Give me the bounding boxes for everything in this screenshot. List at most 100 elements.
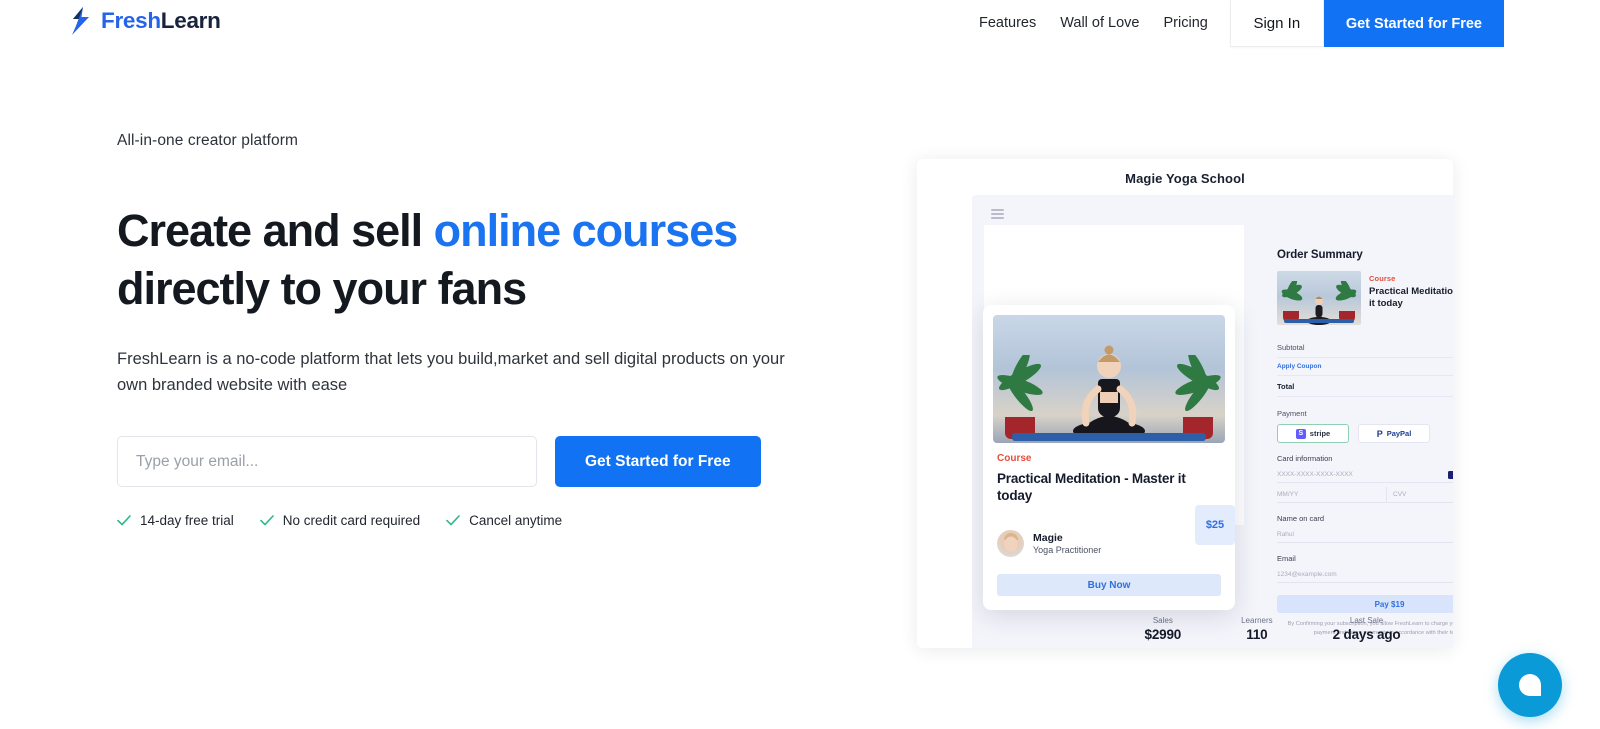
apply-coupon-link[interactable]: Apply Coupon [1277,363,1321,370]
expiry-placeholder: MM/YY [1277,491,1299,498]
course-author: Magie Yoga Practitioner [997,530,1221,557]
nav-item-pricing[interactable]: Pricing [1152,0,1220,47]
checkout-email-input[interactable]: 1234@example.com [1277,567,1453,583]
order-row-subtotal: Subtotal $ 25 [1277,337,1453,358]
feature-item-cancel: Cancel anytime [446,513,562,528]
course-thumbnail [1277,271,1361,325]
author-role: Yoga Practitioner [1033,545,1102,555]
check-icon [117,515,131,526]
avatar [997,530,1024,557]
course-price-badge: $25 [1195,505,1235,545]
stripe-payment-button[interactable]: S stripe [1277,424,1349,443]
stripe-label: stripe [1309,429,1331,438]
subtotal-label: Subtotal [1277,342,1305,352]
order-line-item: Course Practical Meditation - Master it … [1277,271,1453,325]
name-on-card-value: Rahul [1277,531,1294,538]
order-row-coupon[interactable]: Apply Coupon FLAT25 [1277,358,1453,376]
signup-form: Get Started for Free [117,436,817,487]
stripe-icon: S [1295,428,1306,439]
headline-part1: Create and sell [117,205,434,256]
author-info: Magie Yoga Practitioner [1033,532,1101,555]
paypal-payment-button[interactable]: P PayPal [1358,424,1430,443]
plant-icon [997,355,1043,412]
cvv-placeholder: CVV [1393,491,1407,498]
brand-logo[interactable]: FreshLearn [70,7,221,35]
card-expiry-cvv-row: MM/YY CVV [1277,483,1453,503]
total-label: Total [1277,381,1295,391]
site-header: FreshLearn Features Wall of Love Pricing… [0,0,1600,47]
order-row-total: Total $ 19 [1277,376,1453,397]
landing-page: FreshLearn Features Wall of Love Pricing… [0,0,1600,729]
feature-item-no-card: No credit card required [259,513,421,528]
pay-button[interactable]: Pay $19 [1277,595,1453,613]
card-number-input[interactable]: XXXX-XXXX-XXXX-XXXX [1277,467,1453,483]
stat-sales: Sales $2990 [1145,616,1182,642]
payment-label: Payment [1277,409,1307,418]
header-get-started-button[interactable]: Get Started for Free [1323,0,1504,47]
stat-value: $2990 [1144,627,1182,642]
stat-label: Last Sale [1349,616,1384,625]
headline-accent: online courses [433,205,739,256]
order-summary-panel: Order Summary Course Practical Meditatio… [1277,249,1453,637]
yoga-person-illustration [1073,345,1145,441]
visa-icon [1448,470,1453,479]
main-nav: Features Wall of Love Pricing Sign In Ge… [967,0,1504,47]
chat-widget-button[interactable] [1498,653,1562,717]
chat-bubble-icon [1519,674,1541,696]
feature-label: No credit card required [282,513,421,528]
sign-in-button[interactable]: Sign In [1229,0,1324,47]
hamburger-menu-icon[interactable] [991,209,1004,222]
stat-learners: Learners 110 [1241,616,1273,642]
email-input[interactable] [117,436,537,487]
check-icon [259,515,274,526]
stat-value: 2 days ago [1332,627,1401,642]
card-brand-icons [1448,470,1453,479]
hero-subtitle: FreshLearn is a no-code platform that le… [117,350,785,394]
name-on-card-label: Name on card [1277,514,1325,523]
stat-label: Learners [1241,616,1273,625]
feature-item-trial: 14-day free trial [117,513,234,528]
mockup-school-title: Magie Yoga School [1125,171,1245,186]
order-item-tag: Course [1369,274,1396,283]
product-mockup: Magie Yoga School Order Summary Course P… [917,159,1453,648]
brand-name-part1: Fresh [101,7,161,33]
course-card: Course Practical Meditation - Master it … [983,305,1235,610]
card-cvv-input[interactable]: CVV [1386,487,1453,503]
stats-row: Sales $2990 Learners 110 Last Sale 2 day… [972,616,1453,642]
payment-methods: S stripe P PayPal [1277,424,1453,443]
hero-eyebrow: All-in-one creator platform [117,132,299,149]
author-name: Magie [1033,532,1063,544]
order-summary-heading: Order Summary [1277,249,1363,261]
card-expiry-input[interactable]: MM/YY [1277,487,1386,503]
paypal-label: PayPal [1386,429,1412,438]
nav-item-features[interactable]: Features [967,0,1048,47]
check-icon [446,515,460,526]
stat-label: Sales [1152,616,1173,625]
hero-content: All-in-one creator platform Create and s… [117,132,817,528]
email-label: Email [1277,554,1296,563]
feature-label: 14-day free trial [140,513,234,528]
plant-icon [1175,355,1221,412]
nav-item-wall-of-love[interactable]: Wall of Love [1048,0,1151,47]
course-card-tag: Course [997,453,1032,464]
course-card-title: Practical Meditation - Master it today [997,471,1186,503]
stat-last-sale: Last Sale 2 days ago [1333,616,1401,642]
page-title: Create and sell online courses directly … [117,202,817,318]
checkout-email-placeholder: 1234@example.com [1277,571,1337,578]
feature-list: 14-day free trial No credit card require… [117,513,817,528]
course-card-body: Course Practical Meditation - Master it … [983,443,1235,557]
course-card-photo [993,315,1225,443]
card-information-label: Card information [1277,454,1333,463]
order-totals: Subtotal $ 25 Apply Coupon FLAT25 Total … [1277,337,1453,397]
feature-label: Cancel anytime [469,513,563,528]
mockup-app-window: Order Summary Course Practical Meditatio… [972,195,1453,648]
name-on-card-input[interactable]: Rahul [1277,527,1453,543]
headline-part2: directly to your fans [117,263,527,314]
order-item-name: Practical Meditation - Master it today [1369,286,1453,309]
freshlearn-bolt-logo-icon [72,7,89,35]
buy-now-button[interactable]: Buy Now [997,574,1221,596]
hero-get-started-button[interactable]: Get Started for Free [555,436,761,487]
brand-name: FreshLearn [101,7,221,33]
brand-name-part2: Learn [160,7,221,33]
card-number-placeholder: XXXX-XXXX-XXXX-XXXX [1277,471,1353,478]
